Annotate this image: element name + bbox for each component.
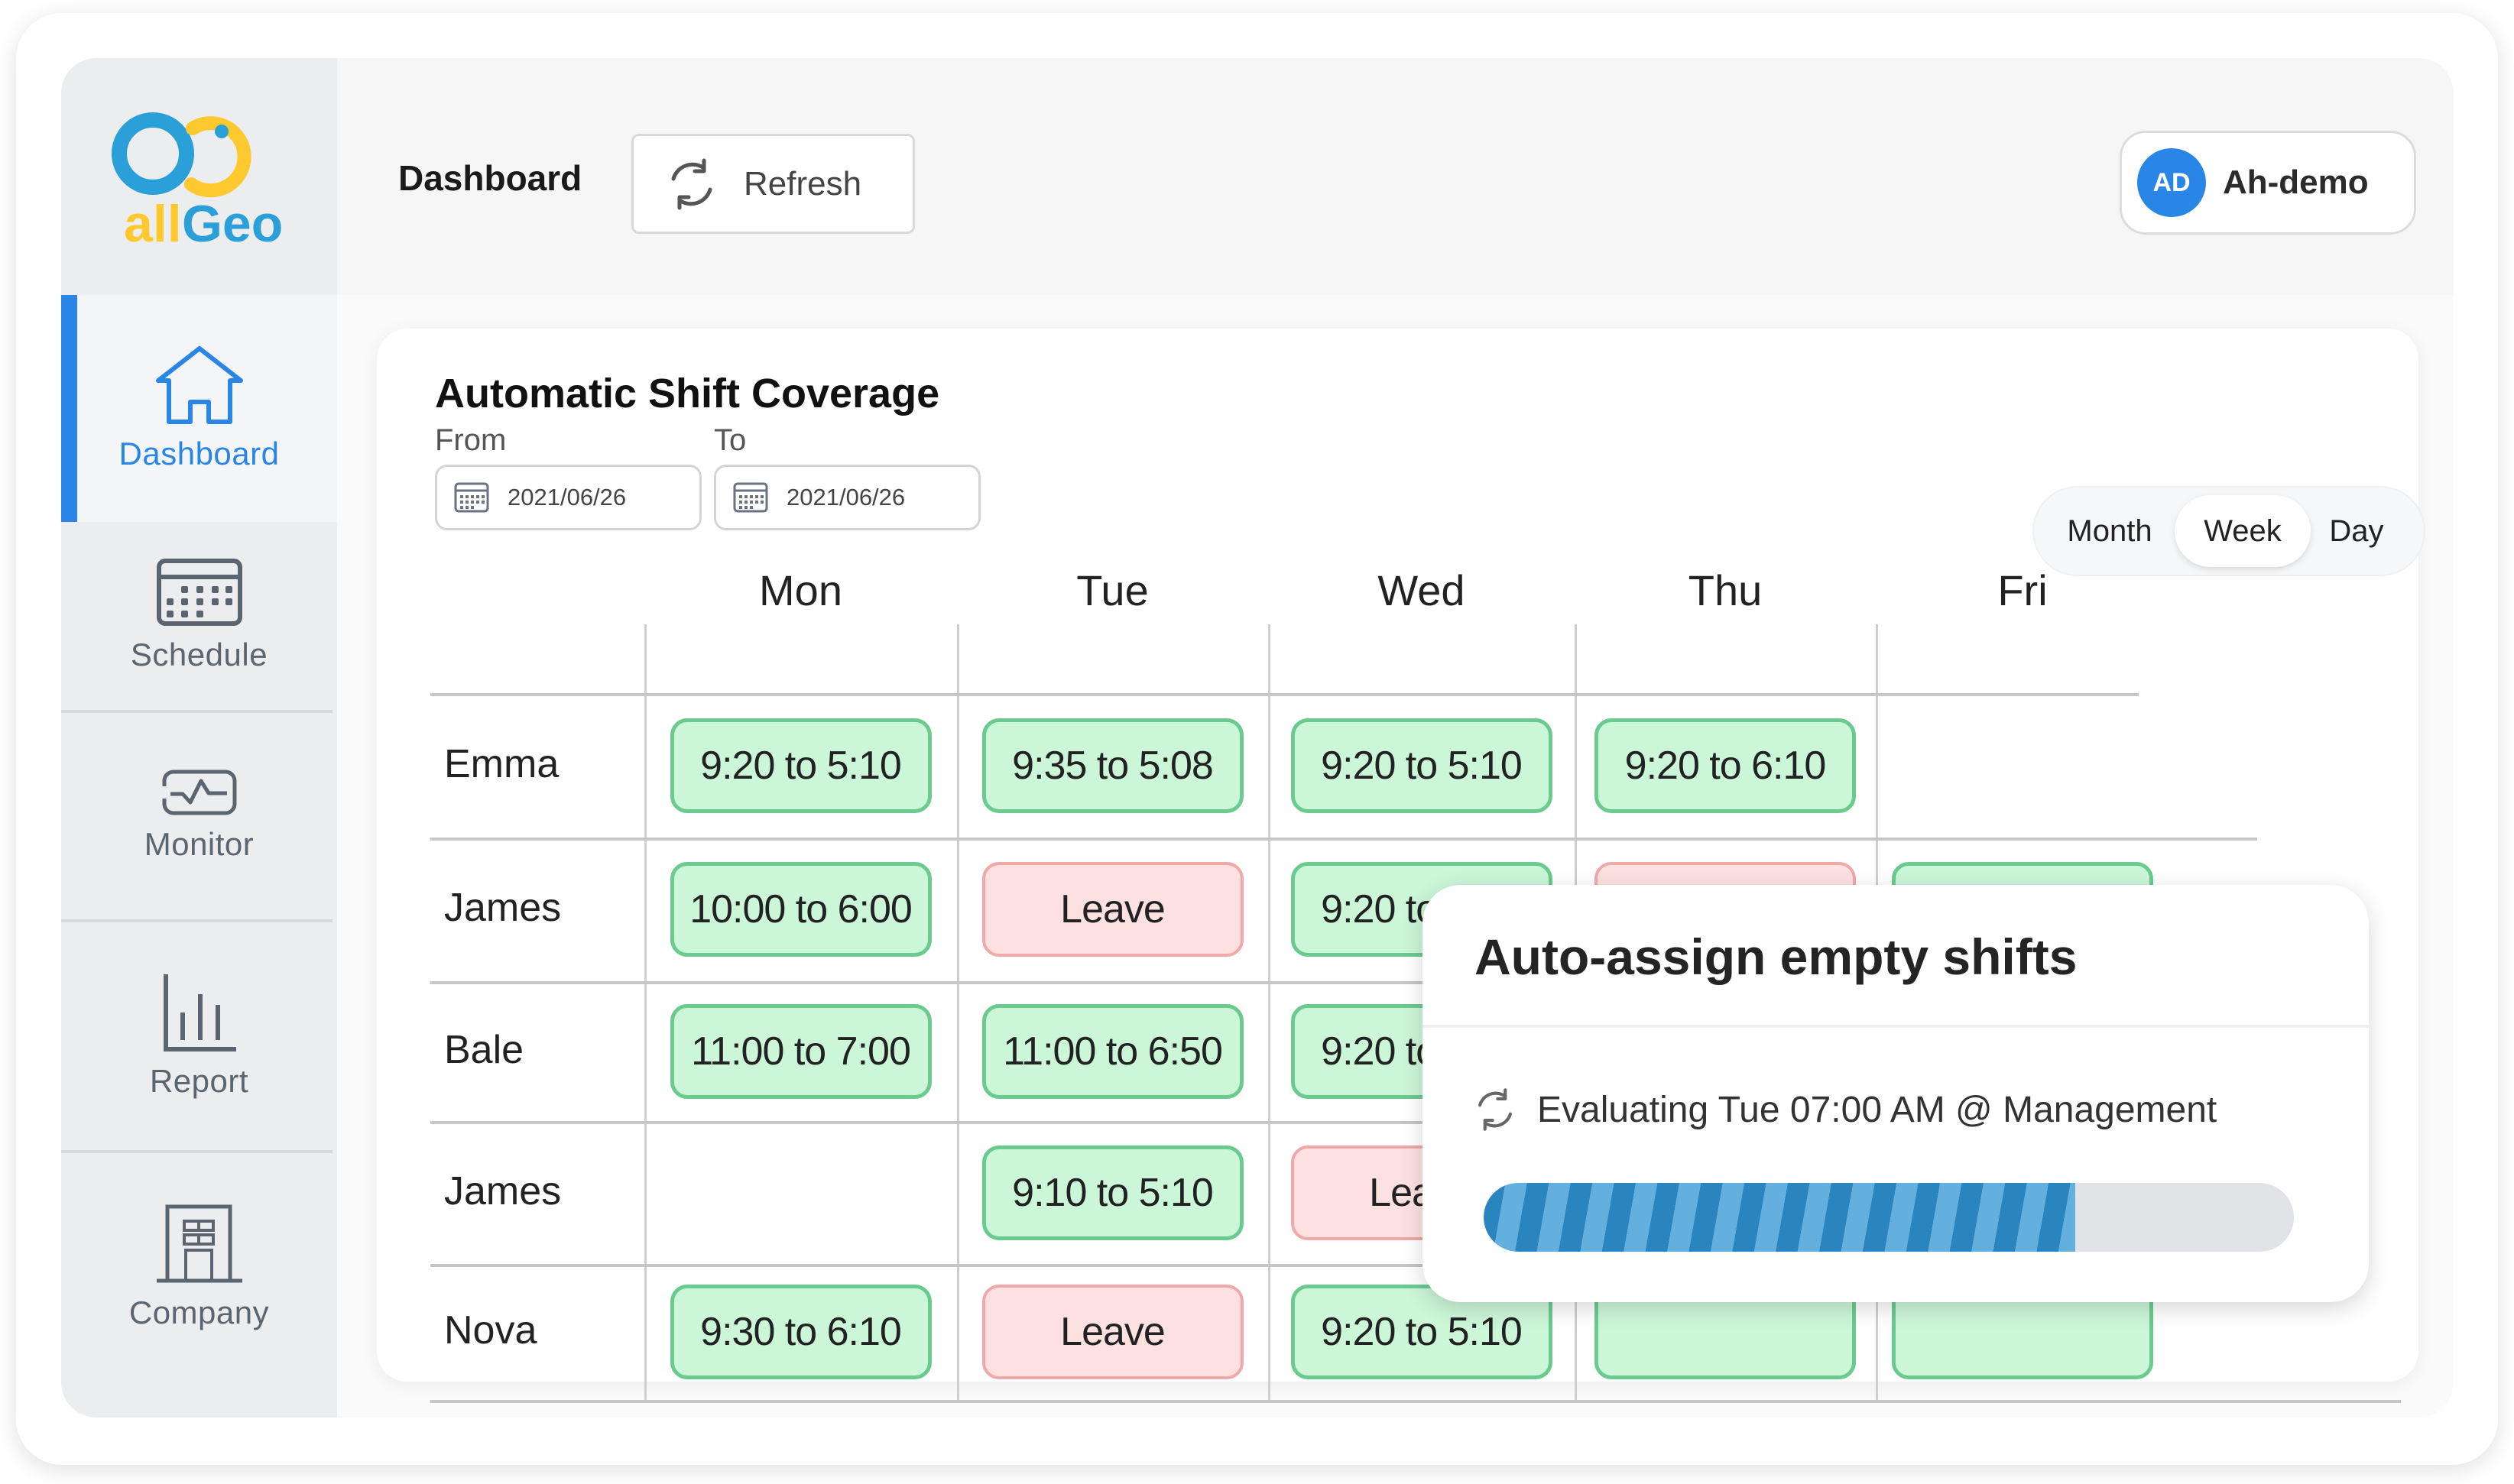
calendar-icon <box>733 482 768 513</box>
from-label: From <box>435 423 507 457</box>
shift-chip[interactable]: 9:20 to 5:10 <box>670 718 932 813</box>
dialog-title: Auto-assign empty shifts <box>1474 928 2078 985</box>
sync-icon <box>1478 1088 1512 1131</box>
day-header-wed: Wed <box>1377 566 1465 614</box>
grid-line <box>1268 624 1270 1400</box>
building-icon <box>156 1204 242 1283</box>
sidebar-item-schedule[interactable]: Schedule <box>61 522 337 710</box>
calendar-icon <box>156 559 242 626</box>
sidebar-item-label: Company <box>128 1294 270 1330</box>
shift-chip[interactable]: 9:20 to 5:10 <box>1290 718 1552 813</box>
employee-name: Emma <box>444 741 560 786</box>
sidebar-item-company[interactable]: Company <box>61 1153 337 1382</box>
sidebar-item-label: Report <box>149 1063 249 1099</box>
day-header-tue: Tue <box>1076 566 1149 614</box>
sidebar-item-monitor[interactable]: Monitor <box>61 713 337 919</box>
sidebar-item-label: Monitor <box>144 826 255 862</box>
dialog-status: Evaluating Tue 07:00 AM @ Management <box>1474 1087 2217 1132</box>
view-day-tab[interactable]: Day <box>2311 495 2402 567</box>
day-header-mon: Mon <box>759 566 842 614</box>
avatar: AD <box>2137 148 2206 217</box>
day-header-thu: Thu <box>1688 566 1763 614</box>
to-date-value: 2021/06/26 <box>787 484 906 510</box>
user-menu-button[interactable]: AD Ah-demo <box>2120 131 2416 235</box>
dialog-divider <box>1422 1025 2369 1028</box>
shift-chip[interactable]: 9:20 to 6:10 <box>1594 718 1856 813</box>
from-date-input[interactable]: 2021/06/26 <box>435 465 702 530</box>
shift-chip[interactable]: 11:00 to 7:00 <box>670 1003 932 1099</box>
day-header-fri: Fri <box>1997 566 2048 614</box>
monitor-pulse-icon <box>162 770 236 815</box>
grid-line <box>644 624 647 1400</box>
employee-name: Bale <box>444 1027 524 1072</box>
auto-assign-dialog: Auto-assign empty shifts Evaluating Tue … <box>1422 885 2369 1302</box>
shift-chip[interactable]: 9:10 to 5:10 <box>981 1145 1244 1240</box>
shift-chip[interactable]: 10:00 to 6:00 <box>670 862 932 957</box>
refresh-icon <box>671 158 712 209</box>
employee-name: Nova <box>444 1308 537 1353</box>
refresh-label: Refresh <box>744 164 862 203</box>
user-name: Ah-demo <box>2223 164 2369 201</box>
allgeo-logo[interactable]: all Geo <box>61 58 337 295</box>
top-header: Dashboard Refresh AD Ah-demo <box>337 58 2454 295</box>
progress-bar <box>1484 1183 2294 1252</box>
logo-text-geo: Geo <box>182 195 283 253</box>
grid-line <box>957 624 959 1400</box>
view-week-tab[interactable]: Week <box>2175 495 2311 567</box>
progress-fill <box>1484 1183 2075 1252</box>
view-month-tab[interactable]: Month <box>2045 495 2175 567</box>
calendar-icon <box>454 482 489 513</box>
sidebar-item-label: Schedule <box>130 637 268 672</box>
to-label: To <box>714 423 747 457</box>
status-text: Evaluating Tue 07:00 AM @ Management <box>1537 1089 2217 1130</box>
logo-text-all: all <box>124 195 182 253</box>
grid-line <box>430 1400 2401 1403</box>
sidebar-item-dashboard[interactable]: Dashboard <box>61 295 337 522</box>
sidebar-item-report[interactable]: Report <box>61 922 337 1150</box>
shift-chip[interactable]: 9:30 to 6:10 <box>670 1285 932 1379</box>
shift-chip[interactable]: 9:35 to 5:08 <box>981 718 1244 813</box>
leave-chip[interactable]: Leave <box>981 1285 1244 1379</box>
bar-chart-icon <box>163 974 236 1051</box>
leave-chip[interactable]: Leave <box>981 862 1244 957</box>
to-date-input[interactable]: 2021/06/26 <box>714 465 981 530</box>
employee-name: James <box>444 886 562 930</box>
logo-ring-icon <box>112 112 194 195</box>
grid-line <box>430 838 2257 841</box>
sidebar-item-label: Dashboard <box>118 435 280 471</box>
app-window: all Geo Dashboard Schedule Monitor Repor… <box>61 58 2454 1418</box>
home-icon <box>155 345 243 424</box>
employee-name: James <box>444 1168 562 1213</box>
sidebar: all Geo Dashboard Schedule Monitor Repor… <box>61 58 337 1418</box>
page-title: Dashboard <box>398 158 582 198</box>
shift-chip[interactable]: 11:00 to 6:50 <box>981 1003 1244 1099</box>
grid-line <box>430 693 2139 696</box>
view-toggle: Month Week Day <box>2032 486 2425 576</box>
card-title: Automatic Shift Coverage <box>435 371 940 416</box>
from-date-value: 2021/06/26 <box>508 484 627 510</box>
refresh-button[interactable]: Refresh <box>631 134 915 234</box>
